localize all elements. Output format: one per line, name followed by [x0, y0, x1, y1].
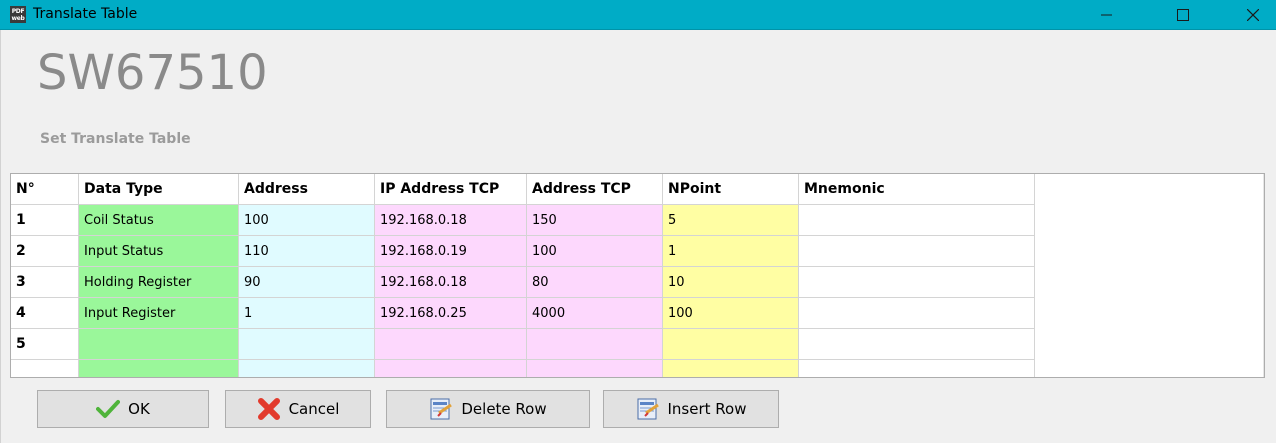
- cell-ip-address-tcp[interactable]: 192.168.0.18: [374, 266, 527, 298]
- row-number: [11, 359, 79, 377]
- delete-row-label: Delete Row: [461, 400, 547, 418]
- scroll-up-button[interactable]: [1264, 174, 1265, 191]
- maximize-button[interactable]: [1160, 0, 1206, 30]
- cell-address-tcp[interactable]: 150: [526, 204, 663, 236]
- cell-ip-address-tcp[interactable]: 192.168.0.18: [374, 204, 527, 236]
- cell-address-tcp[interactable]: 80: [526, 266, 663, 298]
- row-number: 2: [11, 235, 79, 267]
- delete-row-button[interactable]: Delete Row: [386, 390, 590, 428]
- ok-label: OK: [128, 400, 150, 418]
- cell-npoint[interactable]: 1: [662, 235, 799, 267]
- cell-ip-address-tcp[interactable]: 192.168.0.19: [374, 235, 527, 267]
- cell-mnemonic[interactable]: [798, 204, 1035, 236]
- table-row: 2 Input Status 110 192.168.0.19 100 1: [11, 235, 1035, 267]
- cell-ip-address-tcp[interactable]: [374, 359, 527, 377]
- cell-address[interactable]: 90: [238, 266, 375, 298]
- cell-address[interactable]: 110: [238, 235, 375, 267]
- table-row: [11, 359, 1035, 377]
- cell-data-type[interactable]: [78, 328, 239, 360]
- product-title: SW67510: [37, 45, 268, 101]
- cell-address[interactable]: 100: [238, 204, 375, 236]
- insert-row-icon: [636, 397, 660, 421]
- column-header-n: N°: [11, 174, 79, 205]
- table-row: 1 Coil Status 100 192.168.0.18 150 5: [11, 204, 1035, 236]
- cancel-x-icon: [257, 397, 281, 421]
- cell-address-tcp[interactable]: [526, 359, 663, 377]
- table-row: 4 Input Register 1 192.168.0.25 4000 100: [11, 297, 1035, 329]
- cell-ip-address-tcp[interactable]: 192.168.0.25: [374, 297, 527, 329]
- page-subtitle: Set Translate Table: [40, 131, 191, 147]
- column-header-data-type: Data Type: [78, 174, 239, 205]
- column-header-npoint: NPoint: [662, 174, 799, 205]
- scroll-down-button[interactable]: [1264, 360, 1265, 377]
- cell-address-tcp[interactable]: 4000: [526, 297, 663, 329]
- cell-data-type[interactable]: Holding Register: [78, 266, 239, 298]
- cancel-button[interactable]: Cancel: [225, 390, 371, 428]
- cell-npoint[interactable]: 10: [662, 266, 799, 298]
- translate-table-grid: N° Data Type Address IP Address TCP Addr…: [11, 174, 1035, 377]
- cell-address[interactable]: [238, 328, 375, 360]
- cell-ip-address-tcp[interactable]: [374, 328, 527, 360]
- cell-address[interactable]: 1: [238, 297, 375, 329]
- cell-data-type[interactable]: Input Status: [78, 235, 239, 267]
- svg-text:web: web: [11, 15, 25, 22]
- row-number: 5: [11, 328, 79, 360]
- translate-table[interactable]: N° Data Type Address IP Address TCP Addr…: [10, 173, 1265, 378]
- cancel-label: Cancel: [288, 400, 340, 418]
- cell-data-type[interactable]: Input Register: [78, 297, 239, 329]
- cell-data-type[interactable]: Coil Status: [78, 204, 239, 236]
- column-header-address-tcp: Address TCP: [526, 174, 663, 205]
- delete-row-icon: [429, 397, 453, 421]
- cell-mnemonic[interactable]: [798, 328, 1035, 360]
- close-icon: [1247, 9, 1259, 21]
- cell-npoint[interactable]: 5: [662, 204, 799, 236]
- table-row: 5: [11, 328, 1035, 360]
- app-icon: PDF web: [10, 6, 26, 23]
- column-header-address: Address: [238, 174, 375, 205]
- insert-row-button[interactable]: Insert Row: [603, 390, 779, 428]
- cell-address[interactable]: [238, 359, 375, 377]
- checkmark-icon: [96, 397, 121, 421]
- minimize-icon: [1101, 14, 1112, 16]
- table-header-row: N° Data Type Address IP Address TCP Addr…: [11, 174, 1035, 205]
- column-header-mnemonic: Mnemonic: [798, 174, 1035, 205]
- cell-address-tcp[interactable]: [526, 328, 663, 360]
- table-row: 3 Holding Register 90 192.168.0.18 80 10: [11, 266, 1035, 298]
- row-number: 1: [11, 204, 79, 236]
- cell-npoint[interactable]: [662, 359, 799, 377]
- minimize-button[interactable]: [1084, 0, 1130, 30]
- cell-address-tcp[interactable]: 100: [526, 235, 663, 267]
- window-title: Translate Table: [33, 6, 138, 22]
- ok-button[interactable]: OK: [37, 390, 209, 428]
- insert-row-label: Insert Row: [667, 400, 747, 418]
- vertical-scrollbar[interactable]: [1263, 174, 1265, 377]
- row-number: 3: [11, 266, 79, 298]
- close-button[interactable]: [1230, 0, 1276, 30]
- column-header-ip-address-tcp: IP Address TCP: [374, 174, 527, 205]
- cell-mnemonic[interactable]: [798, 266, 1035, 298]
- cell-mnemonic[interactable]: [798, 297, 1035, 329]
- maximize-icon: [1177, 9, 1189, 21]
- cell-mnemonic[interactable]: [798, 359, 1035, 377]
- svg-text:PDF: PDF: [12, 8, 25, 15]
- cell-npoint[interactable]: [662, 328, 799, 360]
- cell-data-type[interactable]: [78, 359, 239, 377]
- cell-mnemonic[interactable]: [798, 235, 1035, 267]
- cell-npoint[interactable]: 100: [662, 297, 799, 329]
- title-bar: PDF web Translate Table: [0, 0, 1276, 30]
- row-number: 4: [11, 297, 79, 329]
